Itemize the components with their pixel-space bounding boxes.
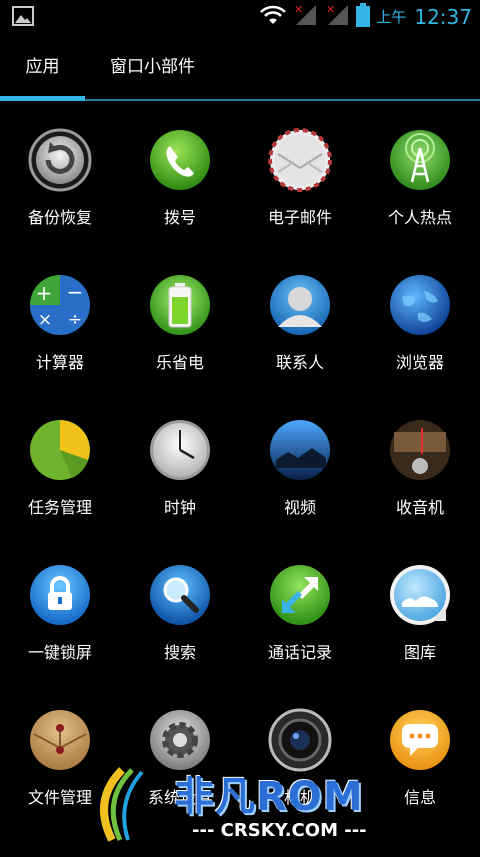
drawer-tabs: 应用 窗口小部件 <box>0 33 480 102</box>
app-label: 视频 <box>283 498 316 517</box>
svg-text:−: − <box>67 280 84 304</box>
status-bar: ✕ ✕ 上午 12:37 <box>0 0 480 33</box>
svg-text:✕: ✕ <box>294 3 303 16</box>
signal-no-sim-icon-2: ✕ <box>324 3 350 31</box>
app-label: 浏览器 <box>395 353 444 372</box>
app-battery-saver[interactable]: 乐省电 <box>120 247 240 392</box>
svg-text:✕: ✕ <box>326 3 335 16</box>
app-gallery[interactable]: 图库 <box>360 537 480 682</box>
app-label: 拨号 <box>163 208 196 227</box>
app-clock[interactable]: 时钟 <box>120 392 240 537</box>
tab-apps[interactable]: 应用 <box>0 33 85 102</box>
battery-saver-icon <box>150 275 210 335</box>
am-pm-label: 上午 <box>376 8 407 26</box>
app-video[interactable]: 视频 <box>240 392 360 537</box>
app-label: 收音机 <box>395 498 444 517</box>
phone-icon <box>150 130 210 190</box>
task-manager-pie-icon <box>30 420 90 480</box>
app-label: 一键锁屏 <box>27 643 92 662</box>
app-lock-screen[interactable]: 一键锁屏 <box>0 537 120 682</box>
messaging-icon <box>390 710 450 770</box>
app-radio[interactable]: 收音机 <box>360 392 480 537</box>
app-label: 个人热点 <box>387 208 452 227</box>
app-browser[interactable]: 浏览器 <box>360 247 480 392</box>
watermark-brand: 非凡ROM <box>174 774 364 820</box>
backup-restore-icon <box>28 128 92 192</box>
browser-globe-icon <box>390 275 450 335</box>
app-label: 通话记录 <box>267 643 332 662</box>
app-task-manager[interactable]: 任务管理 <box>0 392 120 537</box>
radio-icon <box>390 420 450 480</box>
svg-text:÷: ÷ <box>68 310 82 330</box>
app-search[interactable]: 搜索 <box>120 537 240 682</box>
app-label: 计算器 <box>35 353 84 372</box>
gallery-icon <box>390 565 450 625</box>
app-hotspot[interactable]: 个人热点 <box>360 102 480 247</box>
svg-text:+: + <box>36 281 53 305</box>
app-label: 乐省电 <box>155 353 204 372</box>
call-log-icon <box>270 565 330 625</box>
app-calculator[interactable]: + − × ÷ 计算器 <box>0 247 120 392</box>
app-label: 任务管理 <box>27 498 92 517</box>
clock-icon <box>150 420 210 480</box>
app-grid: 备份恢复 拨号 电子邮件 个人热点 + − × ÷ 计算器 乐省电 联系人 浏览… <box>0 102 480 853</box>
app-label: 图库 <box>403 643 436 662</box>
clock-time: 12:37 <box>414 4 472 29</box>
watermark: 非凡ROM --- CRSKY.COM --- <box>92 760 392 853</box>
app-backup-restore[interactable]: 备份恢复 <box>0 102 120 247</box>
app-dialer[interactable]: 拨号 <box>120 102 240 247</box>
search-icon <box>150 565 210 625</box>
gallery-notification-icon <box>12 6 34 30</box>
app-email[interactable]: 电子邮件 <box>240 102 360 247</box>
app-contacts[interactable]: 联系人 <box>240 247 360 392</box>
tab-active-indicator <box>0 96 85 101</box>
app-label: 备份恢复 <box>27 208 92 227</box>
battery-icon <box>356 2 371 31</box>
email-icon <box>268 128 332 192</box>
app-label: 搜索 <box>163 643 196 662</box>
video-icon <box>270 420 330 480</box>
app-label: 电子邮件 <box>267 208 332 227</box>
app-label: 时钟 <box>163 498 196 517</box>
app-call-log[interactable]: 通话记录 <box>240 537 360 682</box>
file-manager-icon <box>30 710 90 770</box>
svg-text:×: × <box>38 310 52 330</box>
app-label: 联系人 <box>275 353 324 372</box>
watermark-site: --- CRSKY.COM --- <box>192 820 367 841</box>
lock-icon <box>30 565 90 625</box>
contacts-icon <box>270 275 330 335</box>
hotspot-icon <box>390 130 450 190</box>
calculator-icon: + − × ÷ <box>30 275 90 335</box>
tab-widgets[interactable]: 窗口小部件 <box>100 33 205 102</box>
wifi-icon <box>260 4 287 30</box>
signal-no-sim-icon: ✕ <box>292 3 318 31</box>
